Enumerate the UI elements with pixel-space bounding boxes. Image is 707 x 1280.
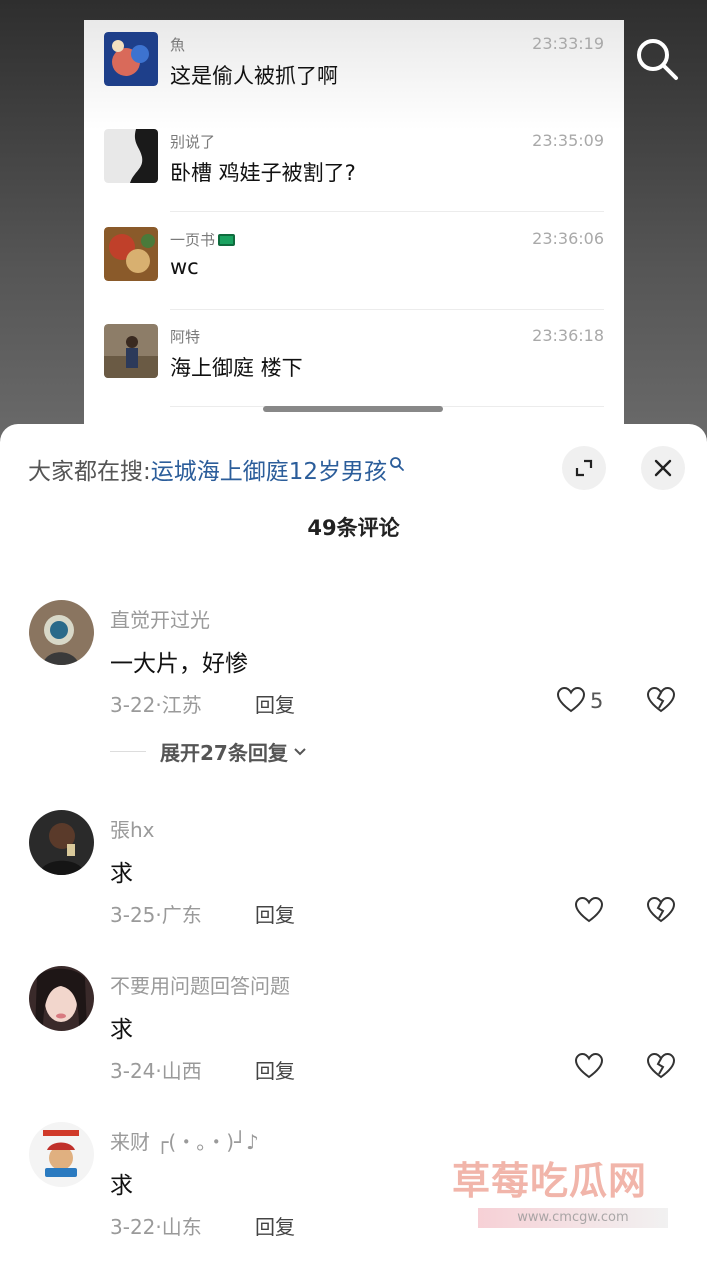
- reply-button[interactable]: 回复: [255, 689, 295, 718]
- chat-sender-name: 阿特: [170, 328, 201, 346]
- drag-handle[interactable]: [263, 406, 443, 412]
- comment-text: 求: [110, 1173, 133, 1199]
- chevron-down-icon: [294, 747, 306, 755]
- chat-message: 别说了 23:35:09 卧槽 鸡娃子被割了?: [104, 129, 604, 225]
- suggestion-prefix: 大家都在搜:: [28, 459, 151, 485]
- chat-text: wc: [170, 255, 199, 279]
- chat-timestamp: 23:36:18: [532, 326, 604, 345]
- chat-sender-name-text: 一页书: [170, 231, 216, 249]
- comment-meta: 3-25·广东: [110, 903, 202, 927]
- expand-replies-label[interactable]: 展开27条回复: [160, 737, 288, 766]
- comment-meta: 3-22·江苏: [110, 693, 202, 717]
- divider: [110, 751, 146, 752]
- chat-avatar: [104, 227, 158, 281]
- chat-timestamp: 23:33:19: [532, 34, 604, 53]
- comment-meta: 3-22·山东: [110, 1215, 202, 1239]
- expand-icon: [575, 459, 593, 477]
- chat-avatar: [104, 324, 158, 378]
- search-icon: [390, 457, 404, 471]
- comment-author[interactable]: 張hx: [110, 814, 155, 843]
- chat-text: 这是偷人被抓了啊: [170, 64, 338, 88]
- broken-heart-icon[interactable]: [646, 896, 676, 924]
- like-count: 5: [590, 689, 604, 713]
- comment-author[interactable]: 来财 ┌(・。・)┘♪: [110, 1126, 259, 1155]
- divider: [170, 211, 604, 212]
- reply-button[interactable]: 回复: [255, 1055, 295, 1084]
- watermark-url: www.cmcgw.com: [478, 1208, 668, 1228]
- avatar[interactable]: [29, 966, 94, 1031]
- watermark-title: 草莓吃瓜网: [452, 1159, 648, 1203]
- comment-text: 求: [110, 861, 133, 887]
- chat-timestamp: 23:35:09: [532, 131, 604, 150]
- comment-text: 一大片，好惨: [110, 651, 248, 677]
- avatar[interactable]: [29, 810, 94, 875]
- search-suggestion[interactable]: 大家都在搜: 运城海上御庭12岁男孩: [28, 452, 405, 486]
- close-icon: [654, 459, 672, 477]
- chat-sender-name: 一页书: [170, 229, 236, 250]
- heart-icon[interactable]: [574, 896, 604, 924]
- comment-author[interactable]: 直觉开过光: [110, 604, 210, 633]
- broken-heart-icon[interactable]: [646, 686, 676, 714]
- comment-count: 49条评论: [307, 516, 400, 540]
- suggestion-query[interactable]: 运城海上御庭12岁男孩: [151, 452, 387, 486]
- chat-avatar: [104, 32, 158, 86]
- chat-message: 魚 23:33:19 这是偷人被抓了啊: [104, 32, 604, 128]
- avatar[interactable]: [29, 600, 94, 665]
- chat-sender-name: 别说了: [170, 133, 216, 151]
- search-icon[interactable]: [634, 36, 680, 82]
- chat-timestamp: 23:36:06: [532, 229, 604, 248]
- tv-badge-icon: [218, 233, 236, 246]
- watermark: 草莓吃瓜网 www.cmcgw.com: [452, 1150, 672, 1240]
- chat-text: 海上御庭 楼下: [170, 356, 303, 380]
- close-button[interactable]: [641, 446, 685, 490]
- comment-meta: 3-24·山西: [110, 1059, 202, 1083]
- chat-text: 卧槽 鸡娃子被割了?: [170, 161, 356, 185]
- comment-text: 求: [110, 1017, 133, 1043]
- reply-button[interactable]: 回复: [255, 899, 295, 928]
- chat-message: 一页书 23:36:06 wc: [104, 227, 604, 323]
- avatar[interactable]: [29, 1122, 94, 1187]
- expand-button[interactable]: [562, 446, 606, 490]
- chat-avatar: [104, 129, 158, 183]
- heart-icon[interactable]: [574, 1052, 604, 1080]
- broken-heart-icon[interactable]: [646, 1052, 676, 1080]
- chat-screenshot: 魚 23:33:19 这是偷人被抓了啊 别说了 23:35:09 卧槽 鸡娃子被…: [84, 20, 624, 435]
- reply-button[interactable]: 回复: [255, 1211, 295, 1240]
- comment-author[interactable]: 不要用问题回答问题: [110, 970, 290, 999]
- expand-replies[interactable]: 展开27条回复: [110, 737, 308, 766]
- chat-sender-name: 魚: [170, 36, 186, 54]
- divider: [170, 309, 604, 310]
- heart-icon[interactable]: [556, 686, 586, 714]
